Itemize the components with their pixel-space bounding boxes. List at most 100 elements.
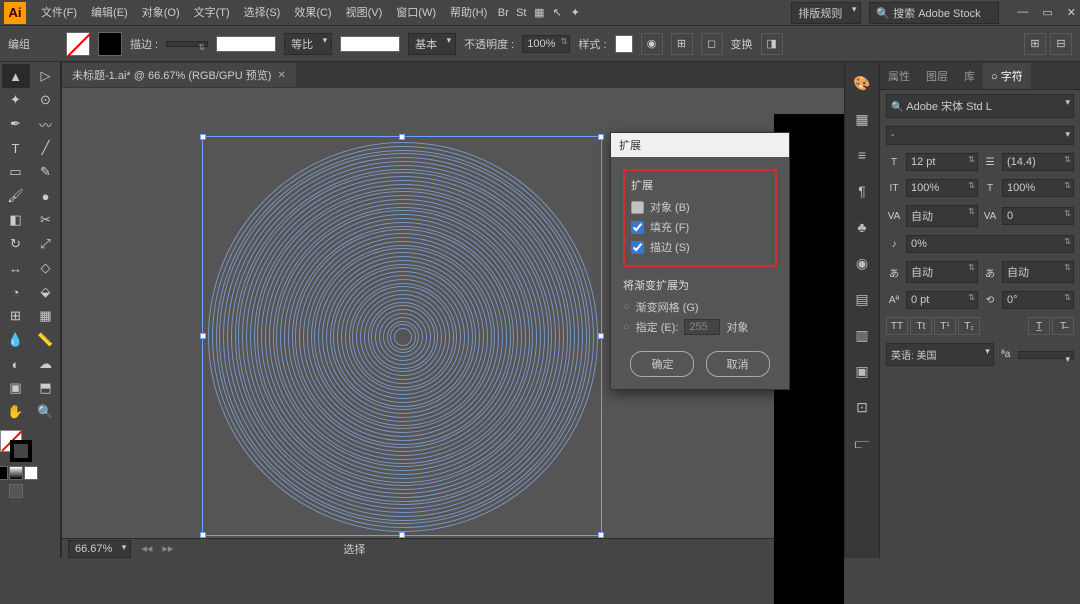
align-panel-icon[interactable]: ⫍ <box>851 432 873 454</box>
mesh-tool[interactable]: ⊞ <box>2 304 30 328</box>
magic-wand-tool[interactable]: ✦ <box>2 88 30 112</box>
symbols-panel-icon[interactable]: ¶ <box>851 180 873 202</box>
shaper-tool[interactable]: ✎ <box>32 160 60 184</box>
layers-panel-icon[interactable]: ▤ <box>851 288 873 310</box>
slice-tool[interactable]: ⬒ <box>32 376 60 400</box>
align-icon[interactable]: ⊞ <box>671 33 693 55</box>
selection-tool[interactable]: ▲ <box>2 64 30 88</box>
scissors-tool[interactable]: ✂ <box>32 208 60 232</box>
tab-character[interactable]: ○ 字符 <box>983 63 1031 89</box>
menu-select[interactable]: 选择(S) <box>237 0 288 26</box>
direct-selection-tool[interactable]: ▷ <box>32 64 60 88</box>
uniform-dropdown[interactable]: 等比 <box>284 33 332 55</box>
fill-stroke-control[interactable] <box>0 430 32 462</box>
menu-object[interactable]: 对象(O) <box>135 0 187 26</box>
font-family-select[interactable]: 🔍 Adobe 宋体 Std L <box>886 94 1074 118</box>
leading-input[interactable]: (14.4) <box>1002 153 1074 171</box>
lasso-tool[interactable]: ⊙ <box>32 88 60 112</box>
close-button[interactable]: ✕ <box>1067 6 1076 19</box>
symbol-tool[interactable]: ☁ <box>32 352 60 376</box>
close-tab-icon[interactable]: ✕ <box>277 70 285 81</box>
paintbrush-tool[interactable]: 🖌 <box>2 184 30 208</box>
auto2-input[interactable]: 自动 <box>1002 261 1074 283</box>
hscale-input[interactable]: 100% <box>1002 179 1074 197</box>
font-style-select[interactable]: - <box>886 126 1074 145</box>
eyedropper-tool[interactable]: 💧 <box>2 328 30 352</box>
minimize-button[interactable]: — <box>1017 6 1028 19</box>
nav-next-icon[interactable]: ▸▸ <box>162 542 173 555</box>
layout-rule-dropdown[interactable]: 排版规则 <box>791 2 861 24</box>
menu-effect[interactable]: 效果(C) <box>287 0 338 26</box>
rotation-input[interactable]: 0° <box>1002 291 1074 309</box>
menu-view[interactable]: 视图(V) <box>339 0 390 26</box>
swatches-panel-icon[interactable]: ▦ <box>851 108 873 130</box>
auto1-input[interactable]: 自动 <box>906 261 978 283</box>
curvature-tool[interactable]: 〰 <box>32 112 60 136</box>
underline-button[interactable]: T̲ <box>1028 317 1050 335</box>
font-size-input[interactable]: 12 pt <box>906 153 978 171</box>
style-swatch[interactable] <box>615 35 633 53</box>
menu-window[interactable]: 窗口(W) <box>389 0 443 26</box>
stroke-panel-icon[interactable]: ≡ <box>851 144 873 166</box>
type-tool[interactable]: T <box>2 136 30 160</box>
basic-dropdown[interactable]: 基本 <box>408 33 456 55</box>
strike-button[interactable]: T̶ <box>1052 317 1074 335</box>
subscript-button[interactable]: T₁ <box>958 317 980 335</box>
transform-label[interactable]: 变换 <box>731 36 753 52</box>
gradient-mode[interactable] <box>9 466 23 480</box>
measure-tool[interactable]: 📏 <box>32 328 60 352</box>
isolate-icon[interactable]: ◨ <box>761 33 783 55</box>
gpu-icon[interactable]: ✦ <box>566 4 584 22</box>
nav-prev-icon[interactable]: ◂◂ <box>141 542 152 555</box>
stroke-weight-input[interactable] <box>166 41 208 47</box>
transform-panel-icon[interactable]: ⊡ <box>851 396 873 418</box>
width-tool[interactable]: ↔ <box>2 256 30 280</box>
hand-tool[interactable]: ✋ <box>2 400 30 424</box>
brush-def[interactable] <box>340 36 400 52</box>
vscale-input[interactable]: 100% <box>906 179 978 197</box>
smallcaps-button[interactable]: Tt <box>910 317 932 335</box>
arrange-icon[interactable]: ▦ <box>530 4 548 22</box>
appearance-panel-icon[interactable]: ◉ <box>851 252 873 274</box>
document-tab[interactable]: 未标题-1.ai* @ 66.67% (RGB/GPU 预览) ✕ <box>62 63 296 87</box>
kerning-input[interactable]: 自动 <box>906 205 978 227</box>
shape-builder-tool[interactable]: ◔ <box>2 280 30 304</box>
tab-properties[interactable]: 属性 <box>880 63 918 89</box>
language-select[interactable]: 英语: 美国 <box>886 343 994 366</box>
pen-tool[interactable]: ✒ <box>2 112 30 136</box>
blob-brush-tool[interactable]: ● <box>32 184 60 208</box>
tab-libraries[interactable]: 库 <box>956 63 983 89</box>
antialias-select[interactable] <box>1018 351 1074 359</box>
panel-toggle-1[interactable]: ⊞ <box>1024 33 1046 55</box>
fill-checkbox[interactable]: 填充 (F) <box>631 219 769 235</box>
menu-file[interactable]: 文件(F) <box>34 0 84 26</box>
maximize-button[interactable]: ▭ <box>1042 6 1052 19</box>
menu-edit[interactable]: 编辑(E) <box>84 0 135 26</box>
asset-panel-icon[interactable]: ▥ <box>851 324 873 346</box>
zoom-tool[interactable]: 🔍 <box>32 400 60 424</box>
cancel-button[interactable]: 取消 <box>706 351 770 377</box>
artboards-panel-icon[interactable]: ▣ <box>851 360 873 382</box>
menu-help[interactable]: 帮助(H) <box>443 0 494 26</box>
recolor-icon[interactable]: ◉ <box>641 33 663 55</box>
none-mode[interactable] <box>24 466 38 480</box>
perspective-tool[interactable]: ⬙ <box>32 280 60 304</box>
superscript-button[interactable]: T¹ <box>934 317 956 335</box>
panel-toggle-2[interactable]: ⊟ <box>1050 33 1072 55</box>
artboard-tool[interactable]: ▣ <box>2 376 30 400</box>
stock-icon[interactable]: St <box>512 4 530 22</box>
line-tool[interactable]: ╱ <box>32 136 60 160</box>
rotate-tool[interactable]: ↻ <box>2 232 30 256</box>
pointer-icon[interactable]: ↖ <box>548 4 566 22</box>
zoom-dropdown[interactable]: 66.67% <box>68 540 131 558</box>
stroke-checkbox[interactable]: 描边 (S) <box>631 239 769 255</box>
blend-tool[interactable]: ◐ <box>2 352 30 376</box>
free-transform-tool[interactable]: ◇ <box>32 256 60 280</box>
baseline-shift-input[interactable]: 0 pt <box>906 291 978 309</box>
rectangle-tool[interactable]: ▭ <box>2 160 30 184</box>
bridge-icon[interactable]: Br <box>494 4 512 22</box>
color-panel-icon[interactable]: 🎨 <box>851 72 873 94</box>
tab-layers[interactable]: 图层 <box>918 63 956 89</box>
opacity-input[interactable]: 100% <box>522 35 570 53</box>
menu-type[interactable]: 文字(T) <box>187 0 237 26</box>
